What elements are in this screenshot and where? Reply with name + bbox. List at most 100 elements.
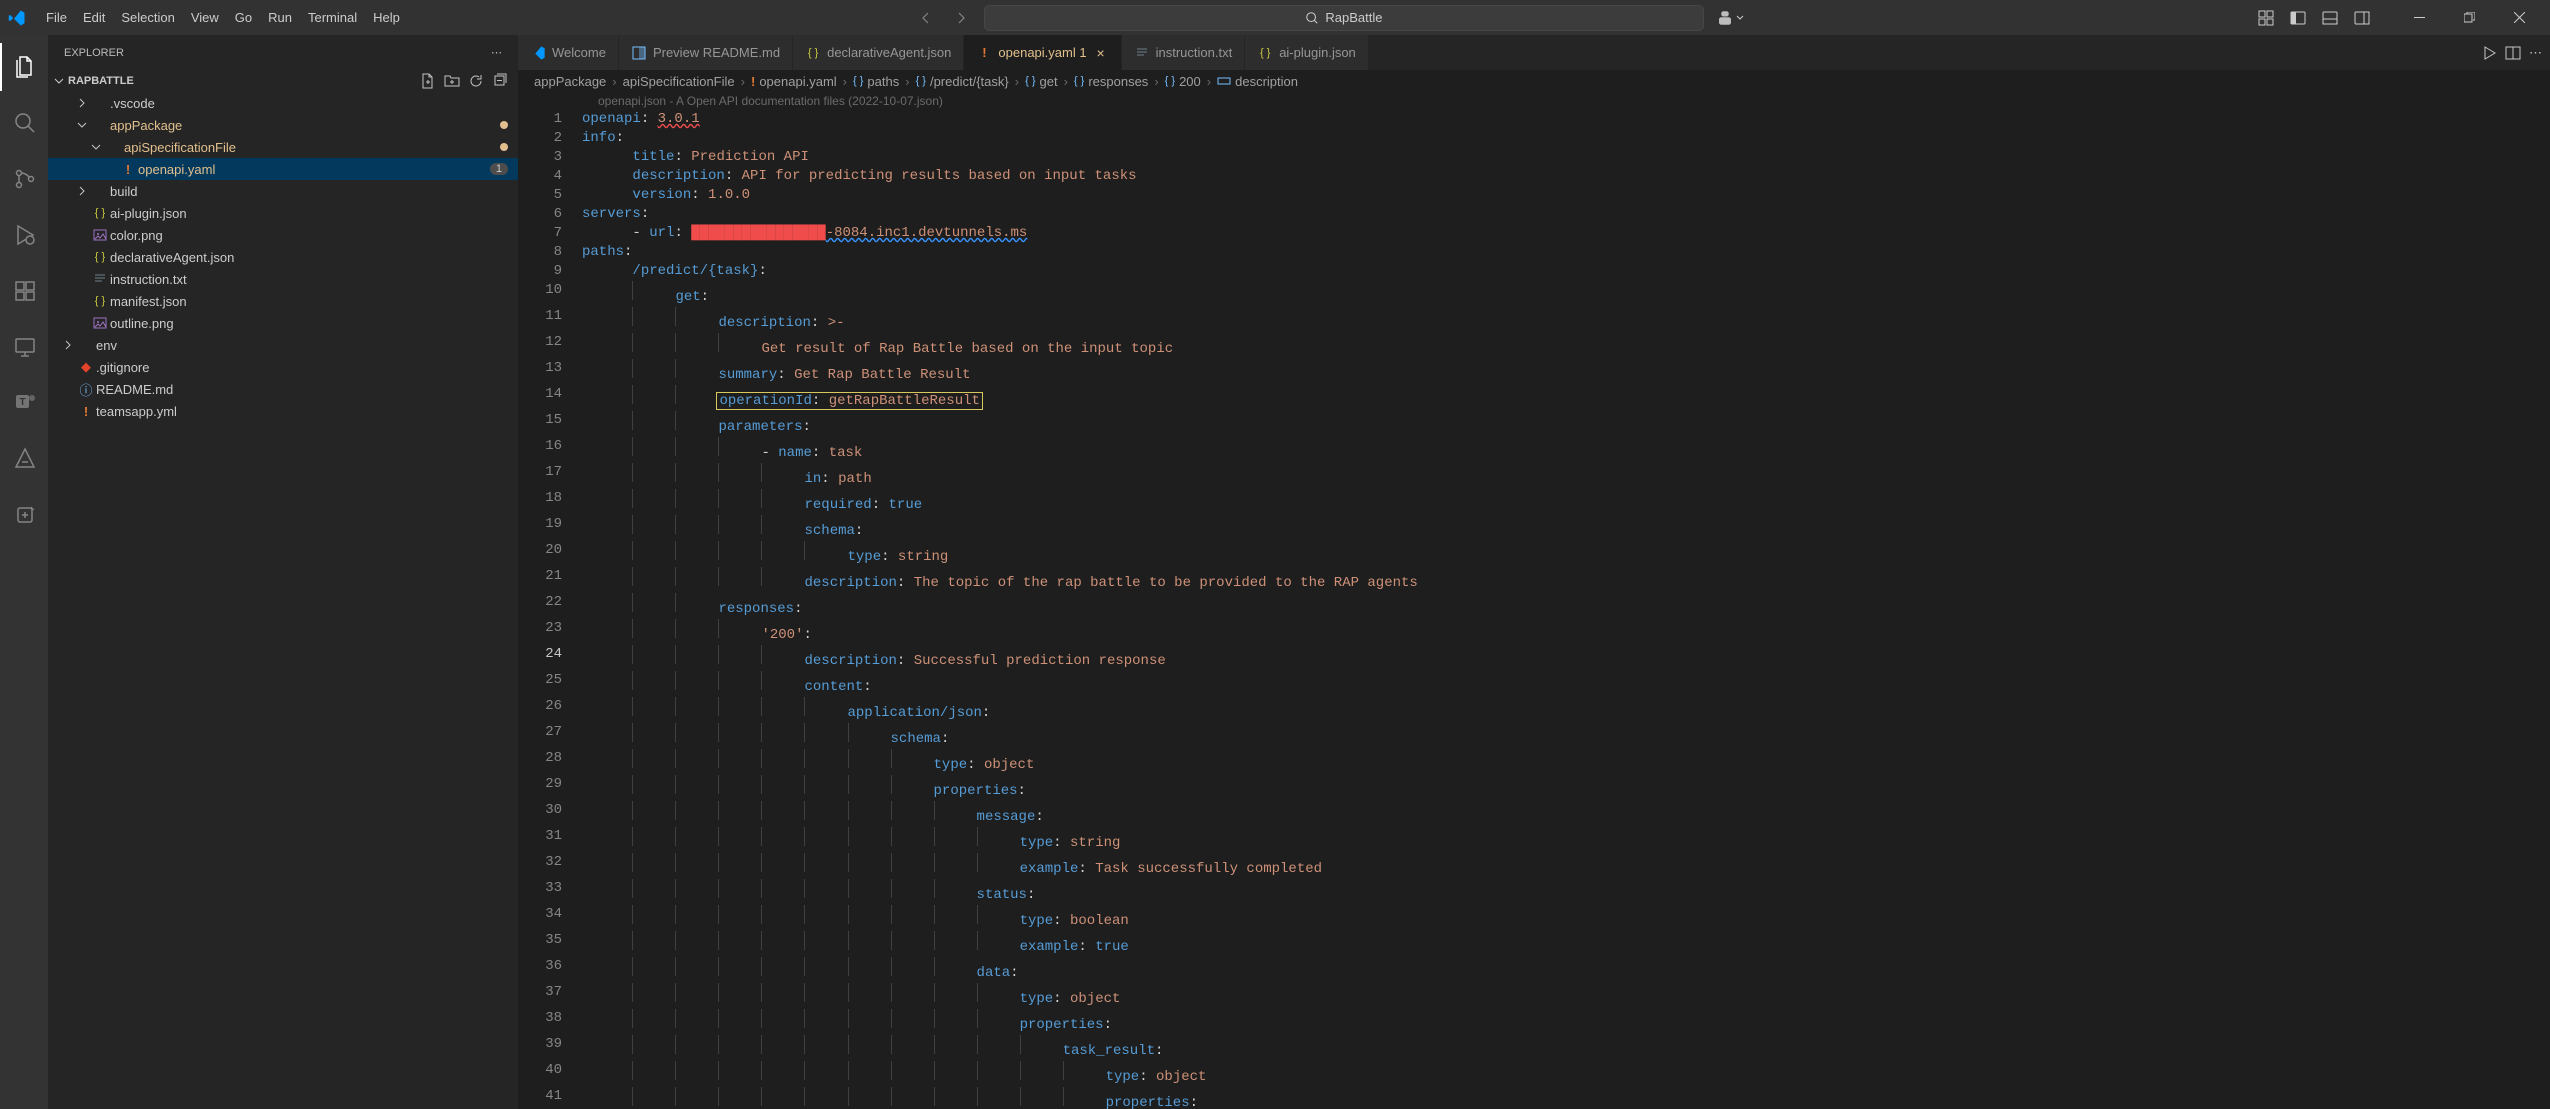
code-line[interactable]: 38 properties:: [518, 1009, 2550, 1035]
code-line[interactable]: 11 description: >-: [518, 307, 2550, 333]
close-icon[interactable]: ×: [1093, 45, 1109, 61]
breadcrumb-item[interactable]: ! openapi.yaml: [751, 74, 837, 89]
code-line[interactable]: 28 type: object: [518, 749, 2550, 775]
toggle-primary-sidebar-icon[interactable]: [2284, 4, 2312, 32]
tree-item-env[interactable]: env: [48, 334, 518, 356]
code-line[interactable]: 9 /predict/{task}:: [518, 262, 2550, 281]
breadcrumb-item[interactable]: { } get: [1025, 74, 1057, 89]
breadcrumb-item[interactable]: description: [1217, 74, 1298, 89]
code-line[interactable]: 24 description: Successful prediction re…: [518, 645, 2550, 671]
activity-source-control[interactable]: [0, 155, 48, 203]
code-line[interactable]: 7 - url: ████████████████-8084.inc1.devt…: [518, 224, 2550, 243]
breadcrumb-item[interactable]: { } /predict/{task}: [916, 74, 1009, 89]
code-line[interactable]: 27 schema:: [518, 723, 2550, 749]
code-line[interactable]: 18 required: true: [518, 489, 2550, 515]
breadcrumb-item[interactable]: appPackage: [534, 74, 606, 89]
breadcrumb-item[interactable]: apiSpecificationFile: [623, 74, 735, 89]
collapse-all-icon[interactable]: [490, 71, 510, 91]
code-line[interactable]: 20 type: string: [518, 541, 2550, 567]
tab-preview-readme-md[interactable]: Preview README.md: [619, 35, 793, 70]
breadcrumb-item[interactable]: { } responses: [1074, 74, 1148, 89]
menu-help[interactable]: Help: [365, 6, 408, 29]
tree-item-teamsapp-yml[interactable]: !teamsapp.yml: [48, 400, 518, 422]
tab-instruction-txt[interactable]: instruction.txt: [1122, 35, 1246, 70]
tree-item--vscode[interactable]: .vscode: [48, 92, 518, 114]
code-line[interactable]: 26 application/json:: [518, 697, 2550, 723]
code-line[interactable]: 3 title: Prediction API: [518, 148, 2550, 167]
breadcrumb-item[interactable]: { } paths: [853, 74, 899, 89]
code-line[interactable]: 1openapi: 3.0.1: [518, 110, 2550, 129]
code-line[interactable]: 17 in: path: [518, 463, 2550, 489]
code-line[interactable]: 2info:: [518, 129, 2550, 148]
toggle-secondary-sidebar-icon[interactable]: [2348, 4, 2376, 32]
tab-declarativeagent-json[interactable]: { }declarativeAgent.json: [793, 35, 964, 70]
tree-item-readme-md[interactable]: ⓘREADME.md: [48, 378, 518, 400]
code-line[interactable]: 19 schema:: [518, 515, 2550, 541]
code-line[interactable]: 6servers:: [518, 205, 2550, 224]
code-line[interactable]: 32 example: Task successfully completed: [518, 853, 2550, 879]
menu-terminal[interactable]: Terminal: [300, 6, 365, 29]
tree-item-instruction-txt[interactable]: instruction.txt: [48, 268, 518, 290]
tab-welcome[interactable]: Welcome: [518, 35, 619, 70]
code-line[interactable]: 13 summary: Get Rap Battle Result: [518, 359, 2550, 385]
tree-item-declarativeagent-json[interactable]: { }declarativeAgent.json: [48, 246, 518, 268]
activity-azure[interactable]: [0, 435, 48, 483]
more-icon[interactable]: ⋯: [2529, 45, 2542, 61]
nav-forward[interactable]: [950, 7, 972, 29]
code-line[interactable]: 5 version: 1.0.0: [518, 186, 2550, 205]
code-line[interactable]: 33 status:: [518, 879, 2550, 905]
new-file-icon[interactable]: [418, 71, 438, 91]
toggle-panel-icon[interactable]: [2316, 4, 2344, 32]
code-line[interactable]: 16 - name: task: [518, 437, 2550, 463]
menu-file[interactable]: File: [38, 6, 75, 29]
tree-item-ai-plugin-json[interactable]: { }ai-plugin.json: [48, 202, 518, 224]
code-line[interactable]: 37 type: object: [518, 983, 2550, 1009]
copilot-icon[interactable]: [1716, 4, 1744, 32]
nav-back[interactable]: [916, 7, 938, 29]
activity-explorer[interactable]: [0, 43, 48, 91]
menu-go[interactable]: Go: [227, 6, 260, 29]
code-editor[interactable]: 1openapi: 3.0.12info:3 title: Prediction…: [518, 110, 2550, 1109]
tree-item-manifest-json[interactable]: { }manifest.json: [48, 290, 518, 312]
command-center[interactable]: RapBattle: [984, 5, 1704, 31]
menu-edit[interactable]: Edit: [75, 6, 113, 29]
code-line[interactable]: 40 type: object: [518, 1061, 2550, 1087]
menu-selection[interactable]: Selection: [113, 6, 182, 29]
tree-item--gitignore[interactable]: ◆.gitignore: [48, 356, 518, 378]
window-close[interactable]: [2496, 0, 2542, 35]
code-line[interactable]: 34 type: boolean: [518, 905, 2550, 931]
new-folder-icon[interactable]: [442, 71, 462, 91]
activity-run-debug[interactable]: [0, 211, 48, 259]
tree-item-outline-png[interactable]: outline.png: [48, 312, 518, 334]
tree-item-color-png[interactable]: color.png: [48, 224, 518, 246]
activity-remote-explorer[interactable]: [0, 323, 48, 371]
code-line[interactable]: 12 Get result of Rap Battle based on the…: [518, 333, 2550, 359]
code-line[interactable]: 23 '200':: [518, 619, 2550, 645]
code-line[interactable]: 10 get:: [518, 281, 2550, 307]
split-editor-icon[interactable]: [2505, 45, 2521, 61]
code-line[interactable]: 8paths:: [518, 243, 2550, 262]
window-minimize[interactable]: [2396, 0, 2442, 35]
window-restore[interactable]: [2446, 0, 2492, 35]
activity-teams[interactable]: T: [0, 379, 48, 427]
code-line[interactable]: 29 properties:: [518, 775, 2550, 801]
refresh-icon[interactable]: [466, 71, 486, 91]
tree-item-build[interactable]: build: [48, 180, 518, 202]
run-icon[interactable]: [2481, 45, 2497, 61]
activity-search[interactable]: [0, 99, 48, 147]
code-line[interactable]: 30 message:: [518, 801, 2550, 827]
activity-add[interactable]: [0, 491, 48, 539]
project-section-header[interactable]: RAPBATTLE: [48, 70, 518, 92]
code-line[interactable]: 36 data:: [518, 957, 2550, 983]
code-line[interactable]: 39 task_result:: [518, 1035, 2550, 1061]
code-line[interactable]: 41 properties:: [518, 1087, 2550, 1109]
code-line[interactable]: 22 responses:: [518, 593, 2550, 619]
breadcrumb-item[interactable]: { } 200: [1165, 74, 1201, 89]
breadcrumb[interactable]: appPackage›apiSpecificationFile›! openap…: [518, 70, 2550, 92]
tab-openapi-yaml[interactable]: !openapi.yaml 1×: [964, 35, 1121, 70]
code-line[interactable]: 35 example: true: [518, 931, 2550, 957]
tree-item-openapi-yaml[interactable]: !openapi.yaml1: [48, 158, 518, 180]
code-line[interactable]: 14 operationId: getRapBattleResult: [518, 385, 2550, 411]
layout-customize-icon[interactable]: [2252, 4, 2280, 32]
menu-view[interactable]: View: [183, 6, 227, 29]
